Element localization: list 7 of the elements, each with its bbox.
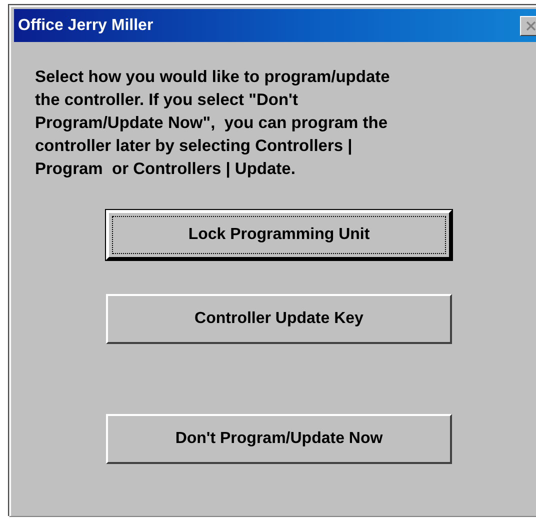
close-icon (524, 20, 536, 32)
dialog-button[interactable]: Don't Program/Update Now (106, 414, 452, 464)
instruction-text: Select how you would like to program/update the controller. If you select "Don't Program/Update Now", you can program the controller later by selecting Controllers | Program or Controllers | Update. (35, 67, 391, 180)
close-button[interactable] (520, 16, 536, 36)
dialog-button[interactable]: Lock Programming Unit (106, 210, 452, 260)
window-title: Office Jerry Miller (18, 16, 154, 34)
dialog-button[interactable]: Controller Update Key (106, 294, 452, 344)
